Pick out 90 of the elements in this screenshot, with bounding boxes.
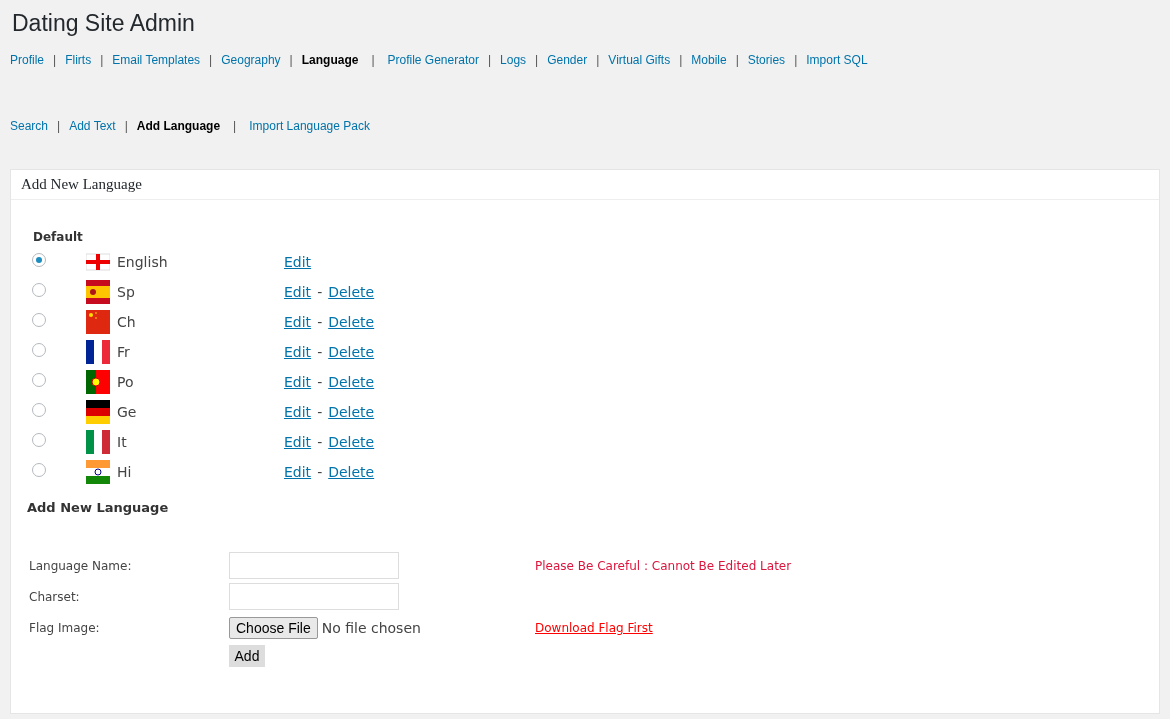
nav-link[interactable]: Profile Generator [387,53,479,67]
separator: | [735,53,739,67]
download-link[interactable]: Download Flag First [535,620,653,635]
choose-file-button[interactable]: Choose File [229,616,318,639]
nav-link[interactable]: Flirts [65,53,92,67]
nav-link[interactable]: Import Language Pack [249,119,370,133]
edit-link[interactable]: Edit [284,464,312,480]
nav-link[interactable]: Stories [747,53,786,67]
field-label: Flag Image: [29,620,101,635]
nav-link[interactable]: Profile [10,53,44,67]
language-name: It [117,434,128,450]
separator: | [679,53,683,67]
separator: | [535,53,539,67]
edit-link[interactable]: Edit [284,344,312,360]
separator: - [317,314,323,330]
language-name: Ch [117,314,137,330]
edit-link[interactable]: Edit [284,314,312,330]
separator: | [487,53,492,67]
radio-button[interactable] [32,313,46,327]
nav-link[interactable]: Geography [221,53,281,67]
radio-button[interactable] [32,343,46,357]
separator: - [317,284,323,300]
radio-button[interactable] [32,373,46,387]
field-label: Charset: [29,589,81,604]
column-heading: Default [33,230,84,246]
nav-link[interactable]: Gender [547,53,588,67]
radio-button[interactable] [32,253,46,267]
delete-link[interactable]: Delete [328,404,375,420]
radio-button[interactable] [32,433,46,447]
separator: | [124,119,128,133]
language-name: Ge [117,404,138,420]
input-field[interactable] [229,583,399,610]
nav-link[interactable]: Mobile [691,53,727,67]
language-name: English [117,254,169,270]
warning-text: Please Be Careful : Cannot Be Edited Later [535,558,792,573]
input-field[interactable] [229,552,399,579]
section-heading: Add New Language [27,500,170,517]
add-button[interactable]: Add [229,645,265,667]
separator: | [100,53,104,67]
file-status: No file chosen [321,619,421,636]
edit-link[interactable]: Edit [284,374,312,390]
panel-title: Add New Language [11,170,1159,200]
separator: | [596,53,600,67]
language-name: Hi [117,464,133,480]
separator: | [233,119,237,133]
language-name: Po [117,374,135,390]
flag-icon [86,460,110,484]
radio-button[interactable] [32,463,46,477]
separator: | [371,53,375,67]
radio-button[interactable] [32,283,46,297]
page-title: Dating Site Admin [12,9,196,38]
field-label: Language Name: [29,558,133,573]
separator: | [57,119,61,133]
separator: | [794,53,798,67]
radio-button[interactable] [32,403,46,417]
nav-link[interactable]: Virtual Gifts [608,53,671,67]
separator: - [317,404,323,420]
separator: | [209,53,213,67]
language-name: Fr [117,344,131,360]
edit-link[interactable]: Edit [284,254,312,270]
nav-link[interactable]: Logs [500,53,527,67]
separator: | [289,53,293,67]
language-name: Sp [117,284,136,300]
delete-link[interactable]: Delete [328,434,375,450]
separator: - [317,464,323,480]
nav-link[interactable]: Import SQL [806,53,868,67]
separator: | [53,53,57,67]
flag-icon [86,250,110,274]
nav-link[interactable]: Search [10,119,49,133]
delete-link[interactable]: Delete [328,464,375,480]
separator: - [317,344,323,360]
flag-icon [86,430,110,454]
flag-icon [86,280,110,304]
edit-link[interactable]: Edit [284,404,312,420]
flag-icon [86,400,110,424]
separator: - [317,374,323,390]
delete-link[interactable]: Delete [328,344,375,360]
flag-icon [86,370,110,394]
separator: - [317,434,323,450]
flag-icon [86,310,110,334]
delete-link[interactable]: Delete [328,314,375,330]
delete-link[interactable]: Delete [328,374,375,390]
edit-link[interactable]: Edit [284,284,312,300]
delete-link[interactable]: Delete [328,284,375,300]
nav-link[interactable]: Language [301,53,359,67]
flag-icon [86,340,110,364]
nav-link[interactable]: Add Language [136,119,221,133]
edit-link[interactable]: Edit [284,434,312,450]
nav-link[interactable]: Email Templates [112,53,201,67]
nav-link[interactable]: Add Text [69,119,116,133]
